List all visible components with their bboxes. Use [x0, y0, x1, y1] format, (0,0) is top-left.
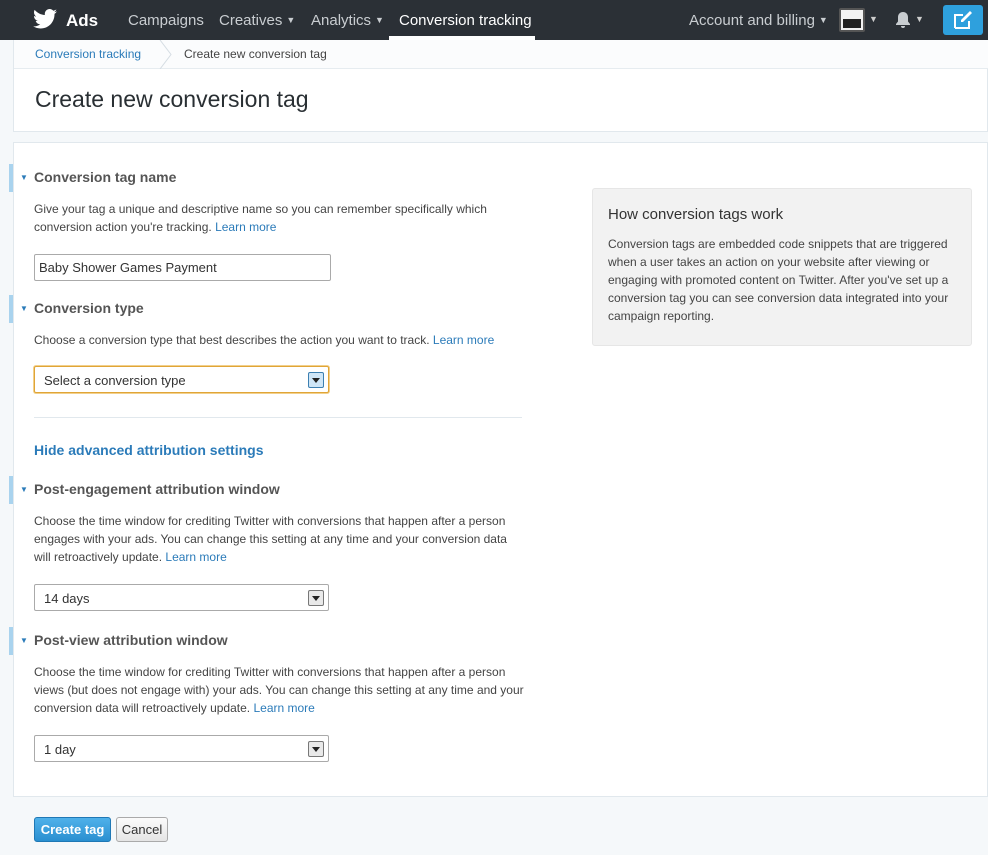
collapse-arrow-icon[interactable]: ▼: [20, 304, 28, 313]
avatar-icon[interactable]: [839, 8, 865, 32]
info-box: How conversion tags work Conversion tags…: [592, 188, 972, 346]
section-marker: [9, 295, 13, 323]
header-card: Conversion tracking Create new conversio…: [13, 40, 988, 132]
compose-icon: [954, 11, 972, 29]
learn-more-link[interactable]: Learn more: [253, 701, 314, 715]
nav-campaigns[interactable]: Campaigns: [128, 12, 204, 29]
chevron-down-icon: ▼: [286, 15, 296, 25]
create-tag-button[interactable]: Create tag: [34, 817, 111, 842]
nav-creatives[interactable]: Creatives ▼: [219, 12, 295, 29]
select-value: 1 day: [44, 742, 76, 757]
section-desc-tag-name: Give your tag a unique and descriptive n…: [34, 200, 534, 236]
info-body: Conversion tags are embedded code snippe…: [608, 237, 949, 323]
post-engagement-window-select[interactable]: 14 days: [34, 584, 329, 611]
nav-creatives-label: Creatives: [219, 12, 283, 29]
cancel-button[interactable]: Cancel: [116, 817, 168, 842]
page-title: Create new conversion tag: [35, 86, 309, 112]
breadcrumb-separator-icon: [159, 40, 172, 69]
section-title-post-view: Post-view attribution window: [34, 632, 228, 648]
hide-advanced-settings-link[interactable]: Hide advanced attribution settings: [34, 442, 263, 458]
chevron-down-icon: ▼: [818, 15, 828, 25]
nav-conversion-tracking[interactable]: Conversion tracking: [399, 12, 532, 29]
brand-label[interactable]: Ads: [66, 11, 98, 31]
section-desc-post-view: Choose the time window for crediting Twi…: [34, 663, 524, 717]
section-title-tag-name: Conversion tag name: [34, 169, 177, 185]
post-view-window-select[interactable]: 1 day: [34, 735, 329, 762]
collapse-arrow-icon[interactable]: ▼: [20, 173, 28, 182]
chevron-down-icon: ▼: [375, 15, 384, 25]
bell-icon[interactable]: [894, 11, 912, 29]
account-billing-label: Account and billing: [689, 12, 815, 29]
dropdown-arrow-icon[interactable]: [308, 741, 324, 757]
top-nav: Ads Campaigns Creatives ▼ Analytics ▼ Conv…: [0, 0, 988, 40]
breadcrumb: Conversion tracking Create new conversio…: [14, 40, 988, 69]
tag-name-input[interactable]: [34, 254, 331, 281]
desc-text: Choose the time window for crediting Twi…: [34, 514, 507, 564]
dropdown-arrow-icon[interactable]: [308, 372, 324, 388]
nav-analytics-label: Analytics: [311, 12, 372, 29]
learn-more-link[interactable]: Learn more: [165, 550, 226, 564]
breadcrumb-conversion-tracking[interactable]: Conversion tracking: [35, 47, 141, 61]
chevron-down-icon[interactable]: ▼: [915, 14, 924, 24]
section-title-conversion-type: Conversion type: [34, 300, 144, 316]
twitter-bird-icon[interactable]: [33, 9, 57, 29]
section-marker: [9, 164, 13, 192]
divider: [34, 417, 522, 418]
conversion-type-select[interactable]: Select a conversion type: [34, 366, 329, 393]
collapse-arrow-icon[interactable]: ▼: [20, 485, 28, 494]
account-billing-menu[interactable]: Account and billing ▼: [689, 12, 828, 29]
learn-more-link[interactable]: Learn more: [215, 220, 276, 234]
section-desc-conversion-type: Choose a conversion type that best descr…: [34, 331, 534, 349]
section-title-post-engagement: Post-engagement attribution window: [34, 481, 280, 497]
nav-conversion-tracking-label: Conversion tracking: [399, 12, 532, 29]
compose-button[interactable]: [943, 5, 983, 35]
collapse-arrow-icon[interactable]: ▼: [20, 636, 28, 645]
select-value: 14 days: [44, 591, 90, 606]
section-marker: [9, 627, 13, 655]
desc-text: Choose a conversion type that best descr…: [34, 333, 430, 347]
breadcrumb-current: Create new conversion tag: [184, 47, 327, 61]
nav-analytics[interactable]: Analytics ▼: [311, 12, 384, 29]
info-title: How conversion tags work: [608, 206, 784, 223]
section-marker: [9, 476, 13, 504]
chevron-down-icon[interactable]: ▼: [869, 14, 878, 24]
dropdown-arrow-icon[interactable]: [308, 590, 324, 606]
nav-campaigns-label: Campaigns: [128, 12, 204, 29]
section-desc-post-engagement: Choose the time window for crediting Twi…: [34, 512, 524, 566]
select-value: Select a conversion type: [44, 373, 186, 388]
learn-more-link[interactable]: Learn more: [433, 333, 494, 347]
